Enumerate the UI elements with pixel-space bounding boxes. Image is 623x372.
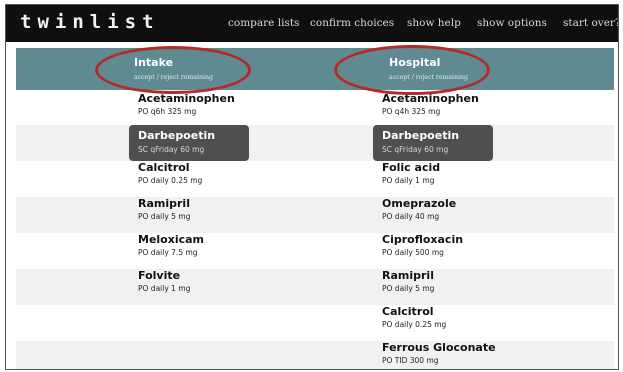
medication-name: Darbepoetin [138,129,216,142]
medication-name: Ramipril [382,269,434,282]
medication-name: Ramipril [138,197,190,210]
twinlist-window: twinlist compare lists confirm choices s… [5,4,619,370]
medication-dosage: PO daily 7.5 mg [138,248,198,257]
hospital-medication-item[interactable]: Ciprofloxacin PO daily 500 mg [382,233,502,267]
nav-confirm-choices[interactable]: confirm choices [310,17,394,29]
medication-name: Folvite [138,269,181,282]
medication-name: Calcitrol [138,161,190,174]
hospital-medication-item[interactable]: Calcitrol PO daily 0.25 mg [382,305,502,339]
table-row [16,269,614,305]
hospital-medication-item[interactable]: Acetaminophen PO q4h 325 mg [382,92,502,126]
medication-dosage: SC qFriday 60 mg [382,145,449,154]
table-row [16,125,614,161]
medication-dosage: PO daily 5 mg [382,284,435,293]
medication-name: Folic acid [382,161,441,174]
medication-name: Acetaminophen [138,92,235,105]
intake-medication-item[interactable]: Calcitrol PO daily 0.25 mg [138,161,258,195]
medication-dosage: PO daily 5 mg [138,212,191,221]
intake-medication-item[interactable]: Acetaminophen PO q6h 325 mg [138,92,258,126]
intake-medication-item[interactable]: Ramipril PO daily 5 mg [138,197,258,231]
top-bar: twinlist compare lists confirm choices s… [6,5,618,42]
nav-show-help[interactable]: show help [407,17,461,29]
hospital-annotation-circle [334,45,490,95]
table-row [16,197,614,233]
table-row [16,305,614,341]
intake-medication-item[interactable]: Meloxicam PO daily 7.5 mg [138,233,258,267]
nav-show-options[interactable]: show options [477,17,547,29]
medication-name: Ciprofloxacin [382,233,464,246]
medication-name: Calcitrol [382,305,434,318]
medication-name: Darbepoetin [382,129,460,142]
medication-name: Ferrous Gloconate [382,341,496,354]
medication-name: Meloxicam [138,233,205,246]
medication-dosage: PO TID 300 mg [382,356,439,365]
table-row [16,92,614,128]
table-row [16,233,614,269]
medication-dosage: PO q6h 325 mg [138,107,197,116]
medication-dosage: PO q4h 325 mg [382,107,441,116]
medication-dosage: PO daily 1 mg [382,176,435,185]
hospital-medication-item[interactable]: Darbepoetin SC qFriday 60 mg [373,125,493,161]
intake-medication-item[interactable]: Darbepoetin SC qFriday 60 mg [129,125,249,161]
table-row [16,341,614,369]
medication-dosage: PO daily 1 mg [138,284,191,293]
app-logo: twinlist [20,11,160,33]
medication-name: Omeprazole [382,197,457,210]
intake-annotation-circle [95,46,251,94]
medication-dosage: PO daily 40 mg [382,212,440,221]
medication-dosage: PO daily 0.25 mg [138,176,203,185]
table-row [16,161,614,197]
hospital-medication-item[interactable]: Ramipril PO daily 5 mg [382,269,502,303]
medication-dosage: PO daily 0.25 mg [382,320,447,329]
medication-dosage: PO daily 500 mg [382,248,444,257]
hospital-medication-item[interactable]: Folic acid PO daily 1 mg [382,161,502,195]
intake-medication-item[interactable]: Folvite PO daily 1 mg [138,269,258,303]
nav-start-over[interactable]: start over? [563,17,618,29]
nav-compare-lists[interactable]: compare lists [228,17,299,29]
hospital-medication-item[interactable]: Omeprazole PO daily 40 mg [382,197,502,231]
hospital-medication-item[interactable]: Ferrous Gloconate PO TID 300 mg [382,341,502,369]
medication-dosage: SC qFriday 60 mg [138,145,205,154]
